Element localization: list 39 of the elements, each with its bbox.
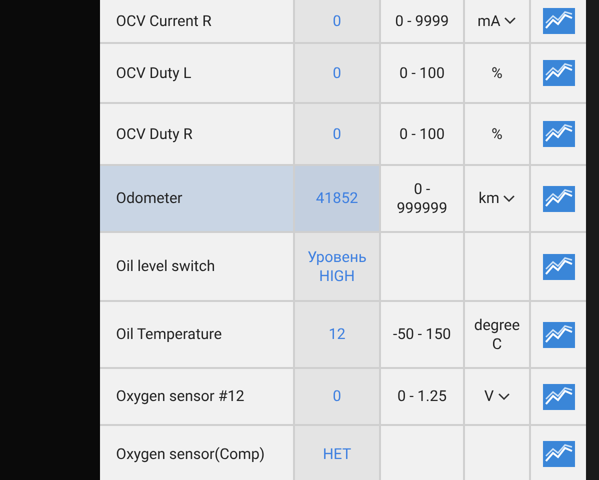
value-cell: 0	[295, 0, 379, 42]
range-cell: 0 - 9999	[381, 0, 463, 42]
chart-icon[interactable]	[542, 186, 574, 212]
range-cell: 0 - 1.25	[381, 369, 463, 424]
value-cell: Уровень HIGH	[295, 233, 379, 300]
chart-icon[interactable]	[542, 121, 574, 147]
row-name-cell[interactable]: OCV Current R	[100, 0, 293, 42]
value-cell: 0	[295, 369, 379, 424]
chart-icon[interactable]	[542, 60, 574, 86]
value-cell: 12	[295, 302, 379, 367]
row-name-cell[interactable]: Oil Temperature	[100, 302, 293, 367]
range-cell: 0 - 999999	[381, 166, 463, 231]
chevron-down-icon	[498, 392, 510, 400]
value-cell: НЕТ	[295, 426, 379, 480]
chart-icon[interactable]	[542, 384, 574, 410]
unit-cell: %	[465, 104, 529, 164]
unit-cell[interactable]: mA	[465, 0, 529, 42]
unit-cell[interactable]: km	[465, 166, 529, 231]
chart-icon[interactable]	[542, 8, 574, 34]
value-cell: 0	[295, 104, 379, 164]
chart-icon[interactable]	[542, 441, 574, 467]
row-name-cell[interactable]: Oxygen sensor #12	[100, 369, 293, 424]
unit-cell: degree C	[465, 302, 529, 367]
chart-icon[interactable]	[542, 322, 574, 348]
chevron-down-icon	[504, 17, 516, 25]
range-cell: 0 - 100	[381, 44, 463, 102]
row-name-cell[interactable]: Odometer	[100, 166, 293, 231]
chart-icon[interactable]	[542, 254, 574, 280]
row-name-cell[interactable]: Oxygen sensor(Comp)	[100, 426, 293, 480]
row-name-cell[interactable]: OCV Duty R	[100, 104, 293, 164]
unit-cell: %	[465, 44, 529, 102]
range-cell: -50 - 150	[381, 302, 463, 367]
row-name-cell[interactable]: Oil level switch	[100, 233, 293, 300]
range-cell: 0 - 100	[381, 104, 463, 164]
value-cell: 0	[295, 44, 379, 102]
value-cell: 41852	[295, 166, 379, 231]
row-name-cell[interactable]: OCV Duty L	[100, 44, 293, 102]
unit-cell[interactable]: V	[465, 369, 529, 424]
chevron-down-icon	[503, 194, 516, 202]
